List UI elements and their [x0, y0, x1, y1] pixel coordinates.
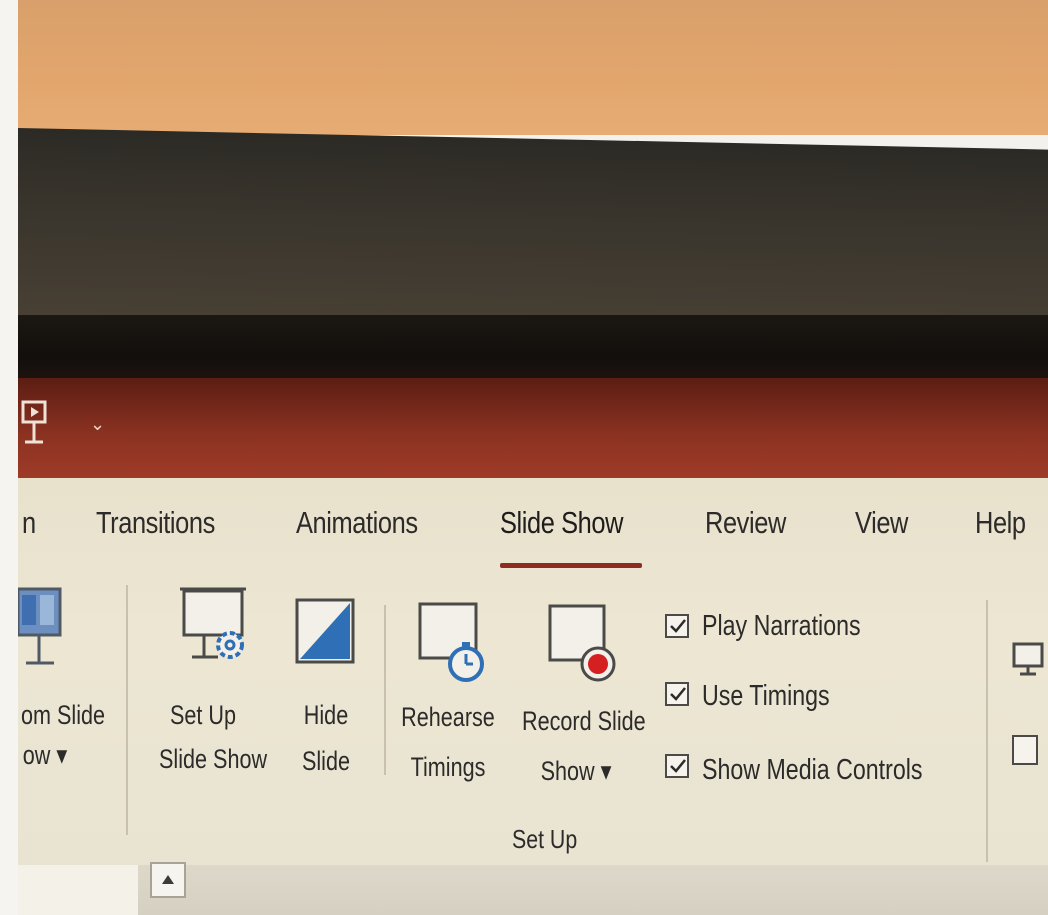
tab-animations[interactable]: Animations [296, 505, 418, 541]
scroll-up-button[interactable] [150, 862, 186, 898]
use-timings-label[interactable]: Use Timings [702, 680, 830, 713]
from-slide-label-1[interactable]: om Slide [19, 696, 107, 734]
tab-view[interactable]: View [855, 505, 908, 541]
checkmark-icon [670, 759, 686, 773]
photo-border [0, 0, 18, 915]
tab-transitions[interactable]: Transitions [96, 505, 215, 541]
custom-slide-show-icon[interactable] [16, 585, 64, 675]
set-up-group-label: Set Up [512, 824, 578, 854]
set-up-slide-show-label-1[interactable]: Set Up [159, 696, 247, 734]
separator [384, 605, 386, 775]
presentation-icon[interactable] [20, 398, 54, 454]
rehearse-timings-label-1[interactable]: Rehearse [400, 698, 496, 736]
play-narrations-checkbox[interactable] [665, 614, 689, 638]
active-tab-indicator [500, 563, 642, 568]
use-timings-checkbox[interactable] [665, 682, 689, 706]
triangle-up-icon [162, 875, 174, 884]
hide-slide-icon[interactable] [294, 597, 358, 669]
group-separator [986, 600, 988, 862]
hide-slide-label-1[interactable]: Hide [294, 696, 358, 734]
from-slide-label-2[interactable]: ow ▾ [9, 736, 81, 774]
hide-slide-label-2[interactable]: Slide [294, 742, 358, 780]
checkmark-icon [670, 687, 686, 701]
show-media-controls-label[interactable]: Show Media Controls [702, 754, 923, 787]
play-narrations-label[interactable]: Play Narrations [702, 610, 861, 643]
tab-design[interactable]: n [22, 505, 36, 541]
record-slide-show-label-2[interactable]: Show ▾ [536, 752, 616, 790]
set-up-slide-show-icon[interactable] [178, 585, 258, 677]
checkmark-icon [670, 619, 686, 633]
monitor-icon[interactable] [1010, 640, 1048, 680]
group-separator [126, 585, 128, 835]
tab-review[interactable]: Review [705, 505, 786, 541]
record-slide-show-icon[interactable] [546, 602, 622, 694]
monitor-bezel-edge [18, 315, 1048, 385]
tab-slide-show[interactable]: Slide Show [500, 505, 623, 541]
record-slide-show-label-1[interactable]: Record Slide [522, 702, 646, 740]
customize-toolbar-icon[interactable]: ⌄ [90, 414, 105, 435]
rehearse-timings-label-2[interactable]: Timings [400, 748, 496, 786]
show-media-controls-checkbox[interactable] [665, 754, 689, 778]
tab-help[interactable]: Help [975, 505, 1026, 541]
presenter-view-checkbox[interactable] [1012, 735, 1038, 765]
slide-thumbnail-area [18, 865, 138, 915]
set-up-slide-show-label-2[interactable]: Slide Show [159, 740, 267, 778]
background-wall [18, 0, 1048, 135]
rehearse-timings-icon[interactable] [416, 600, 492, 692]
title-bar [18, 378, 1048, 483]
